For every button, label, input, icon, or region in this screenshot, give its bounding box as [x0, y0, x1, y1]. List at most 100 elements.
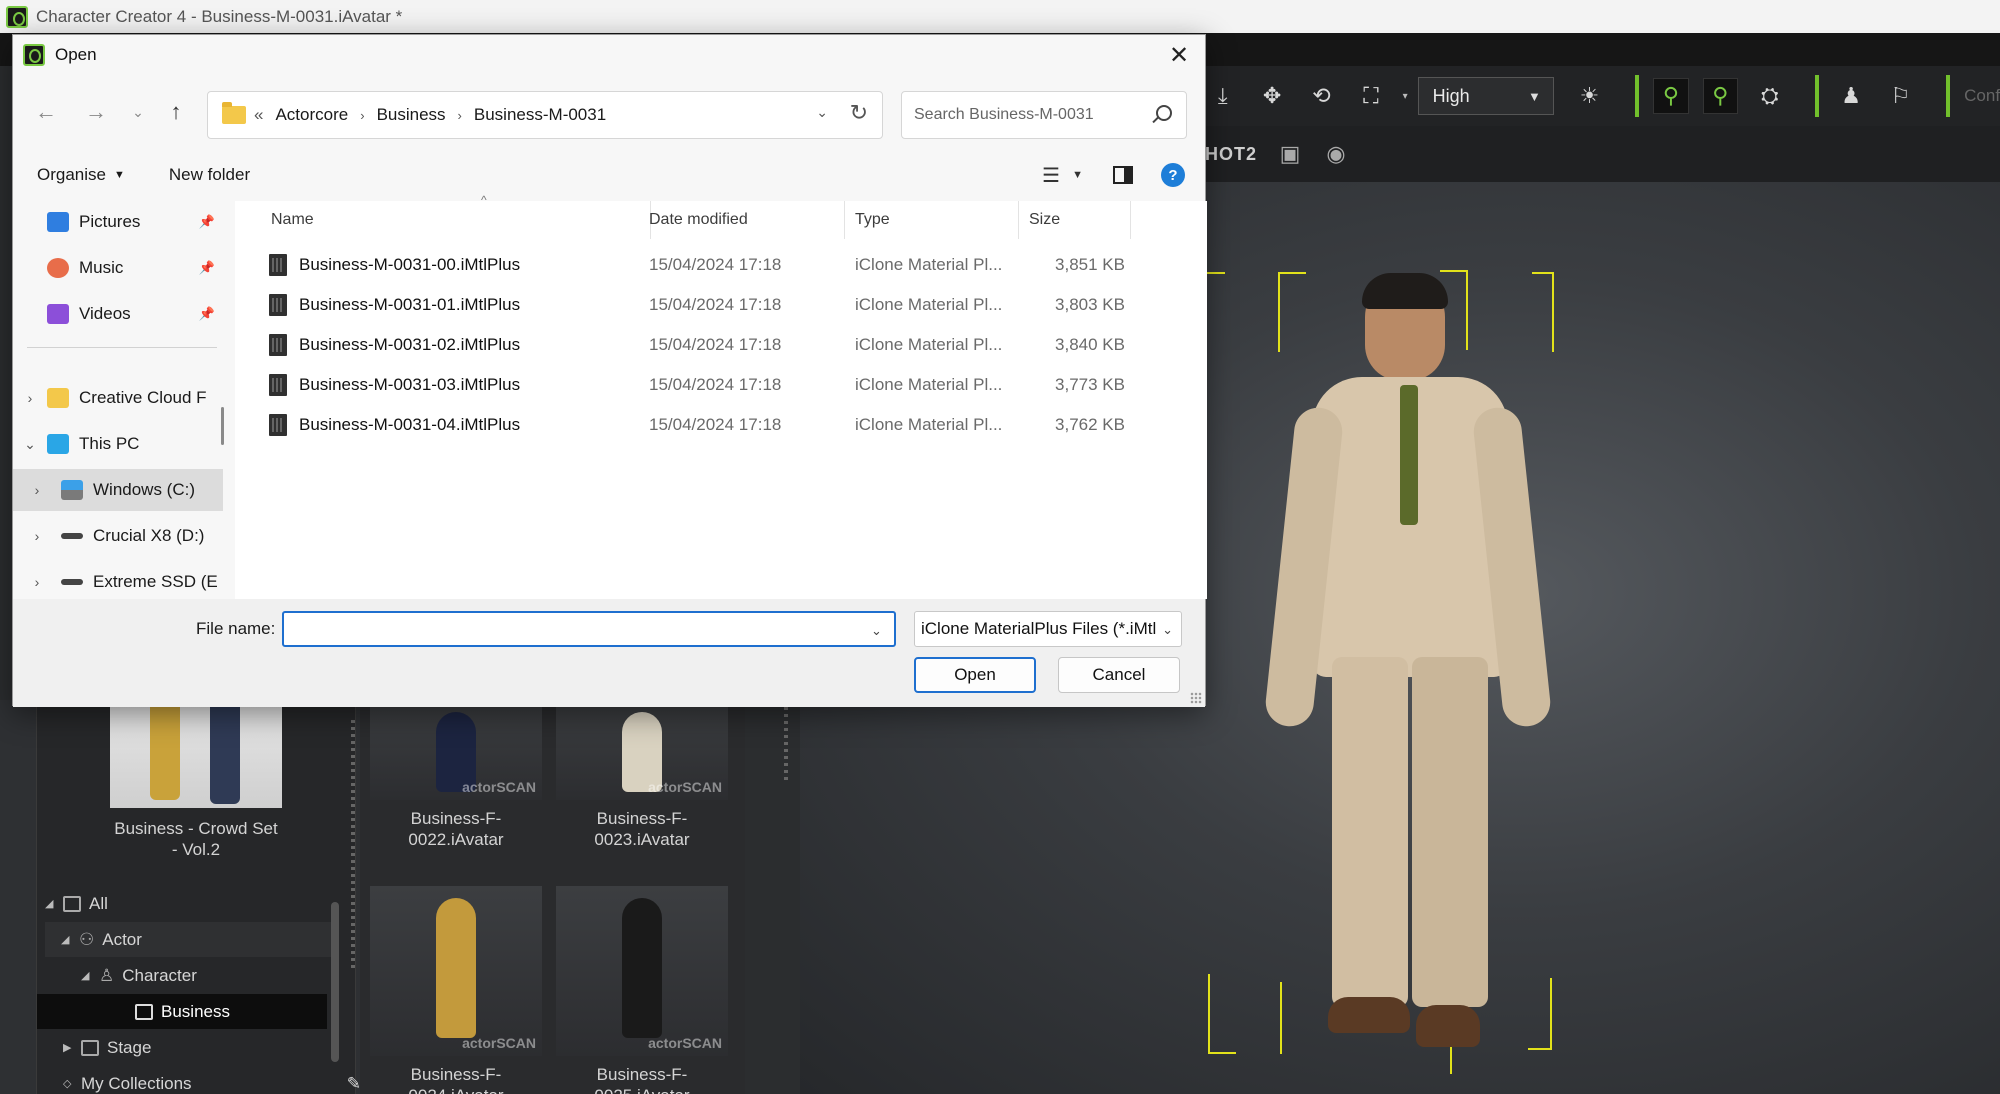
tree-item-my-collections[interactable]: ◇ My Collections ✎: [63, 1066, 363, 1094]
nav-label: This PC: [79, 434, 140, 453]
panel-resize-handle[interactable]: [351, 720, 355, 970]
address-history-dropdown[interactable]: ⌄: [816, 104, 828, 121]
chevron-down-icon[interactable]: ⌄: [13, 436, 47, 453]
organise-menu-button[interactable]: Organise ▼: [37, 165, 125, 185]
frame-icon[interactable]: ⛶: [1353, 78, 1388, 114]
move-icon[interactable]: ✥: [1254, 78, 1289, 114]
file-name-history-dropdown[interactable]: ⌄: [871, 623, 882, 639]
breadcrumb-actorcore[interactable]: Actorcore: [275, 105, 348, 125]
asset-card[interactable]: actorSCAN Business-F-0024.iAvatar: [370, 886, 542, 1094]
expand-icon[interactable]: ▶: [63, 1041, 73, 1054]
bone-pick-icon[interactable]: ⚲: [1653, 78, 1689, 114]
pin-icon[interactable]: 📌: [199, 306, 215, 322]
light-icon[interactable]: ☀: [1572, 78, 1607, 114]
chevron-right-icon[interactable]: ›: [458, 108, 462, 123]
cubes-icon[interactable]: ⛭: [1752, 78, 1787, 114]
tree-scrollbar[interactable]: [331, 902, 339, 1062]
search-icon[interactable]: [1156, 105, 1172, 121]
expand-icon[interactable]: ◇: [63, 1077, 73, 1090]
avatar-character[interactable]: [1240, 273, 1580, 1057]
nav-item-crucial-d[interactable]: › Crucial X8 (D:): [13, 515, 223, 557]
pin-icon[interactable]: 📌: [199, 260, 215, 276]
render-quality-select[interactable]: High ▼: [1417, 77, 1554, 115]
breadcrumb-business[interactable]: Business: [377, 105, 446, 125]
breadcrumb-overflow[interactable]: «: [254, 105, 263, 125]
material-file-icon: [269, 414, 287, 436]
flag-icon[interactable]: ⚐: [1883, 78, 1918, 114]
asset-card[interactable]: actorSCAN Business-F-0023.iAvatar: [556, 700, 728, 850]
file-row[interactable]: Business-M-0031-01.iMtlPlus 15/04/2024 1…: [235, 285, 1135, 325]
nav-divider: [27, 347, 217, 348]
file-row[interactable]: Business-M-0031-03.iMtlPlus 15/04/2024 1…: [235, 365, 1135, 405]
chevron-right-icon[interactable]: ›: [13, 390, 47, 406]
column-header-size[interactable]: Size: [1019, 201, 1131, 239]
cancel-button[interactable]: Cancel: [1058, 657, 1180, 693]
config-button[interactable]: Conf: [1964, 86, 2000, 106]
tree-item-character[interactable]: ◢ ♙ Character: [45, 958, 345, 993]
help-icon[interactable]: ?: [1161, 163, 1185, 187]
forward-button[interactable]: →: [79, 95, 113, 129]
pin-icon[interactable]: 📌: [199, 214, 215, 230]
back-button[interactable]: ←: [29, 95, 63, 129]
column-header-date[interactable]: Date modified: [639, 201, 845, 239]
chevron-down-icon: ⌄: [132, 103, 144, 120]
tree-item-business[interactable]: Business: [37, 994, 327, 1029]
layers-icon[interactable]: ▣: [1275, 139, 1305, 169]
chevron-right-icon[interactable]: ›: [13, 482, 61, 498]
nav-item-videos[interactable]: Videos 📌: [13, 293, 223, 335]
nav-item-music[interactable]: Music 📌: [13, 247, 223, 289]
pencil-icon[interactable]: ✎: [347, 1074, 361, 1094]
library-card[interactable]: Business - Crowd Set - Vol.2: [110, 700, 282, 860]
up-button[interactable]: ↑: [159, 95, 193, 129]
chevron-right-icon[interactable]: ›: [13, 528, 61, 544]
sort-ascending-icon: ^: [481, 193, 487, 207]
view-list-icon[interactable]: ☰: [1042, 163, 1060, 188]
asset-card[interactable]: actorSCAN Business-F-0025.iAvatar: [556, 886, 728, 1094]
open-button[interactable]: Open: [914, 657, 1036, 693]
chevron-right-icon[interactable]: ›: [360, 108, 364, 123]
nav-item-windows-c[interactable]: › Windows (C:): [13, 469, 223, 511]
view-options-dropdown[interactable]: ▼: [1072, 169, 1083, 181]
column-header-name[interactable]: Name ^: [261, 193, 651, 239]
tree-item-actor[interactable]: ◢ ⚇ Actor: [45, 922, 335, 957]
bone-edit-icon[interactable]: ⚲: [1702, 78, 1739, 114]
nav-item-creative-cloud[interactable]: › Creative Cloud F: [13, 377, 223, 419]
nav-scrollbar[interactable]: [221, 407, 224, 445]
file-row[interactable]: Business-M-0031-02.iMtlPlus 15/04/2024 1…: [235, 325, 1135, 365]
file-name-input[interactable]: [282, 611, 896, 647]
nav-item-this-pc[interactable]: ⌄ This PC: [13, 423, 223, 465]
file-type-filter-select[interactable]: iClone MaterialPlus Files (*.iMtl ⌄: [914, 611, 1182, 647]
file-row[interactable]: Business-M-0031-04.iMtlPlus 15/04/2024 1…: [235, 405, 1135, 445]
tree-item-stage[interactable]: ▶ Stage: [63, 1030, 363, 1065]
file-row[interactable]: Business-M-0031-00.iMtlPlus 15/04/2024 1…: [235, 245, 1135, 285]
nav-item-extreme-ssd[interactable]: › Extreme SSD (E: [13, 561, 223, 599]
column-header-type[interactable]: Type: [845, 201, 1019, 239]
file-type: iClone Material Pl...: [855, 295, 1003, 314]
card-label: Business-F-0025.iAvatar: [594, 1065, 689, 1094]
nav-item-pictures[interactable]: Pictures 📌: [13, 201, 223, 243]
preview-pane-icon[interactable]: [1113, 166, 1133, 184]
close-button[interactable]: ✕: [1157, 35, 1201, 75]
frame-dropdown-icon[interactable]: ▾: [1403, 91, 1408, 102]
asset-card[interactable]: actorSCAN Business-F-0022.iAvatar: [370, 700, 542, 850]
tree-item-all[interactable]: ◢ All: [45, 886, 345, 921]
new-folder-button[interactable]: New folder: [169, 165, 250, 185]
dialog-titlebar[interactable]: Open ✕: [13, 35, 1205, 75]
expand-icon[interactable]: ◢: [81, 969, 91, 982]
chevron-right-icon[interactable]: ›: [13, 574, 61, 590]
panel-resize-handle[interactable]: [784, 700, 788, 780]
search-input[interactable]: Search Business-M-0031: [901, 91, 1187, 139]
head-icon[interactable]: ◉: [1321, 139, 1351, 169]
address-bar[interactable]: « Actorcore › Business › Business-M-0031…: [207, 91, 883, 139]
headshot-label[interactable]: HOT2: [1205, 144, 1257, 165]
breadcrumb-business-m-0031[interactable]: Business-M-0031: [474, 105, 606, 125]
rotate-view-icon[interactable]: ⟲: [1304, 78, 1339, 114]
pose-icon[interactable]: ♟: [1833, 78, 1868, 114]
expand-icon[interactable]: ◢: [45, 897, 55, 910]
refresh-icon[interactable]: ↻: [850, 100, 868, 126]
expand-icon[interactable]: ◢: [61, 933, 71, 946]
recent-locations-button[interactable]: ⌄: [121, 95, 155, 129]
download-icon[interactable]: ⤓: [1205, 78, 1240, 114]
resize-grip-icon[interactable]: [1190, 692, 1202, 704]
card-label: Business-F-0022.iAvatar: [408, 809, 504, 849]
